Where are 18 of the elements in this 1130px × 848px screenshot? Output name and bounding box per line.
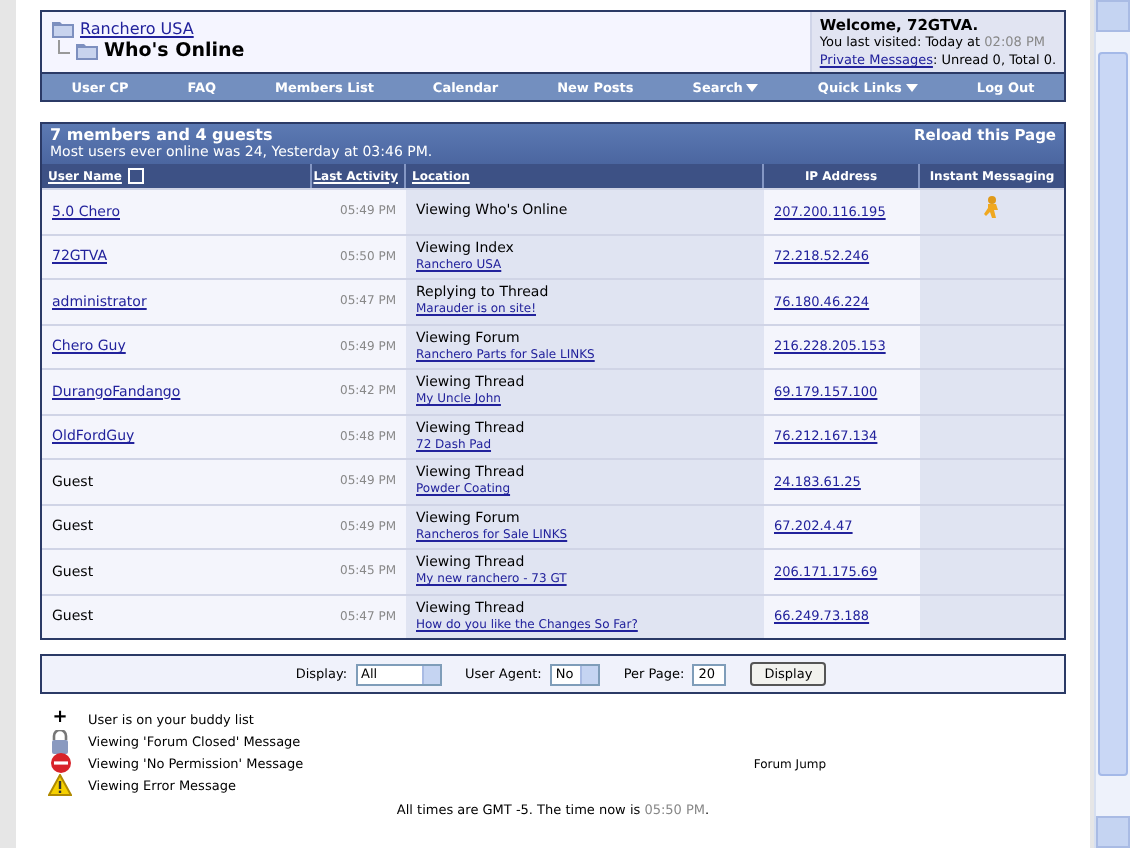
caret-icon	[746, 83, 759, 91]
folder-icon	[76, 42, 98, 60]
scrollbar-thumb[interactable]	[1098, 52, 1128, 776]
folder-icon	[52, 20, 74, 38]
caret-icon	[905, 83, 918, 91]
scrollbar[interactable]	[1094, 0, 1130, 848]
member-count-text: 7 members and 4 guests	[50, 128, 275, 144]
tree-line-icon	[58, 39, 70, 53]
scroll-up-icon[interactable]	[1096, 0, 1130, 32]
plus-icon: +	[48, 710, 72, 729]
scroll-down-icon[interactable]	[1096, 816, 1130, 848]
warning-icon	[48, 774, 72, 797]
padlock-icon	[48, 729, 72, 754]
sort-icon[interactable]	[127, 168, 144, 184]
page-title: Who's Online	[104, 40, 245, 62]
breadcrumb-link[interactable]: Ranchero USA	[80, 20, 194, 38]
stop-sign-icon	[48, 752, 72, 775]
messenger-icon[interactable]	[982, 196, 1003, 218]
